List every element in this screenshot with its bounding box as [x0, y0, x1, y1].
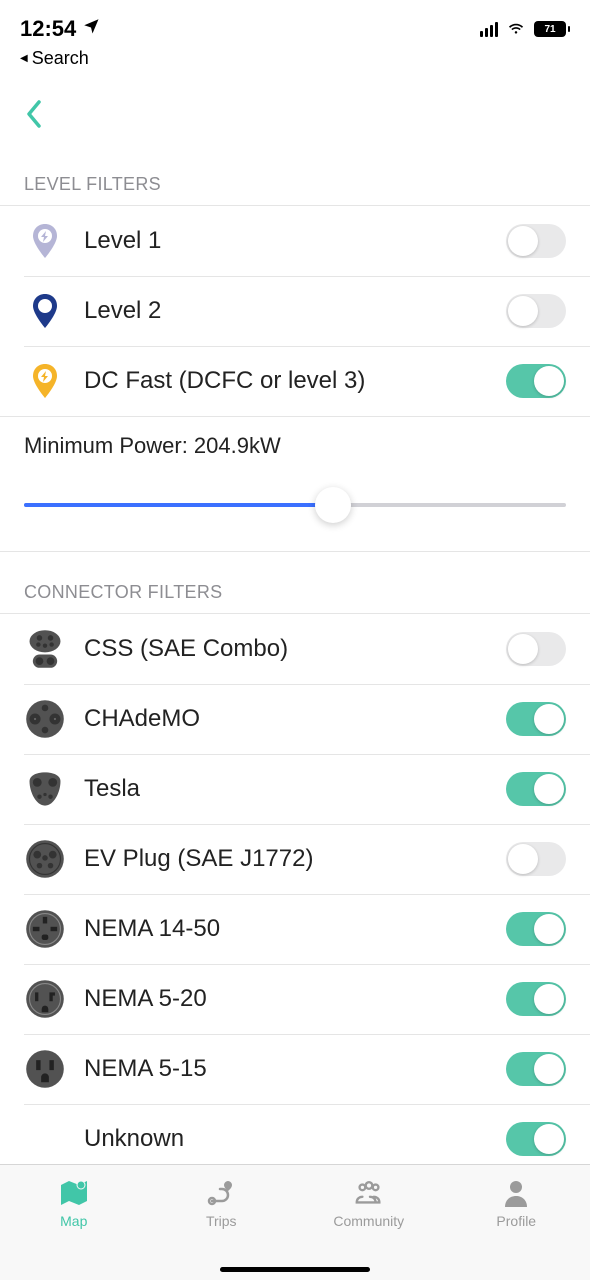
row-label: CSS (SAE Combo) [84, 635, 488, 663]
search-back-label[interactable]: Search [0, 48, 590, 69]
tab-map[interactable]: Map [0, 1179, 148, 1280]
connector-toggle-6[interactable] [506, 1052, 566, 1086]
tab-label: Map [60, 1213, 87, 1229]
connector-toggle-1[interactable] [506, 702, 566, 736]
minimum-power-slider[interactable] [24, 487, 566, 523]
level-filters-header: LEVEL FILTERS [0, 144, 590, 205]
level-toggle-2[interactable] [506, 364, 566, 398]
location-icon [82, 17, 100, 41]
connector-row-5: NEMA 5-20 [0, 964, 590, 1034]
level-pin-icon [24, 220, 66, 262]
connector-icon [24, 628, 66, 670]
row-label: Level 2 [84, 297, 488, 325]
connector-row-3: EV Plug (SAE J1772) [0, 824, 590, 894]
minimum-power-block: Minimum Power: 204.9kW [0, 417, 590, 552]
connector-row-0: CSS (SAE Combo) [0, 614, 590, 684]
tab-community[interactable]: Community [295, 1179, 443, 1280]
connector-toggle-0[interactable] [506, 632, 566, 666]
tab-label: Trips [206, 1213, 237, 1229]
status-left: 12:54 [20, 16, 100, 42]
row-label: NEMA 5-20 [84, 985, 488, 1013]
chevron-back-icon [24, 99, 44, 129]
row-label: EV Plug (SAE J1772) [84, 845, 488, 873]
connector-filters-header: CONNECTOR FILTERS [0, 552, 590, 613]
status-right: 71 [480, 17, 570, 42]
row-label: Unknown [84, 1125, 488, 1153]
wifi-icon [506, 17, 526, 42]
minimum-power-label: Minimum Power: 204.9kW [24, 433, 566, 459]
connector-icon [24, 978, 66, 1020]
row-label: Level 1 [84, 227, 488, 255]
row-label: NEMA 5-15 [84, 1055, 488, 1083]
level-row-0: Level 1 [0, 206, 590, 276]
connector-toggle-5[interactable] [506, 982, 566, 1016]
connector-toggle-7[interactable] [506, 1122, 566, 1156]
row-label: DC Fast (DCFC or level 3) [84, 367, 488, 395]
tab-profile[interactable]: Profile [443, 1179, 590, 1280]
connector-icon [24, 908, 66, 950]
trips-icon [205, 1179, 237, 1207]
connector-toggle-3[interactable] [506, 842, 566, 876]
battery-icon: 71 [534, 21, 570, 37]
connector-row-1: CHAdeMO [0, 684, 590, 754]
connector-icon [24, 698, 66, 740]
connector-icon [24, 768, 66, 810]
slider-thumb[interactable] [315, 487, 351, 523]
tab-trips[interactable]: Trips [148, 1179, 296, 1280]
connector-row-7: Unknown [0, 1104, 590, 1164]
level-pin-icon [24, 360, 66, 402]
community-icon [353, 1179, 385, 1207]
tab-label: Profile [496, 1213, 536, 1229]
home-indicator [220, 1267, 370, 1272]
level-pin-icon [24, 290, 66, 332]
row-label: CHAdeMO [84, 705, 488, 733]
connector-row-2: Tesla [0, 754, 590, 824]
connector-icon [24, 1118, 66, 1160]
back-button[interactable] [0, 69, 590, 144]
status-time: 12:54 [20, 16, 76, 42]
map-icon [58, 1179, 90, 1207]
profile-icon [500, 1179, 532, 1207]
tab-bar: Map Trips Community Profile [0, 1164, 590, 1280]
tab-label: Community [333, 1213, 404, 1229]
level-toggle-0[interactable] [506, 224, 566, 258]
level-row-2: DC Fast (DCFC or level 3) [0, 346, 590, 416]
signal-icon [480, 22, 498, 37]
level-row-1: Level 2 [0, 276, 590, 346]
connector-icon [24, 1048, 66, 1090]
connector-row-6: NEMA 5-15 [0, 1034, 590, 1104]
connector-toggle-2[interactable] [506, 772, 566, 806]
connector-icon [24, 838, 66, 880]
connector-row-4: NEMA 14-50 [0, 894, 590, 964]
row-label: Tesla [84, 775, 488, 803]
level-toggle-1[interactable] [506, 294, 566, 328]
row-label: NEMA 14-50 [84, 915, 488, 943]
connector-toggle-4[interactable] [506, 912, 566, 946]
status-bar: 12:54 71 [0, 0, 590, 48]
